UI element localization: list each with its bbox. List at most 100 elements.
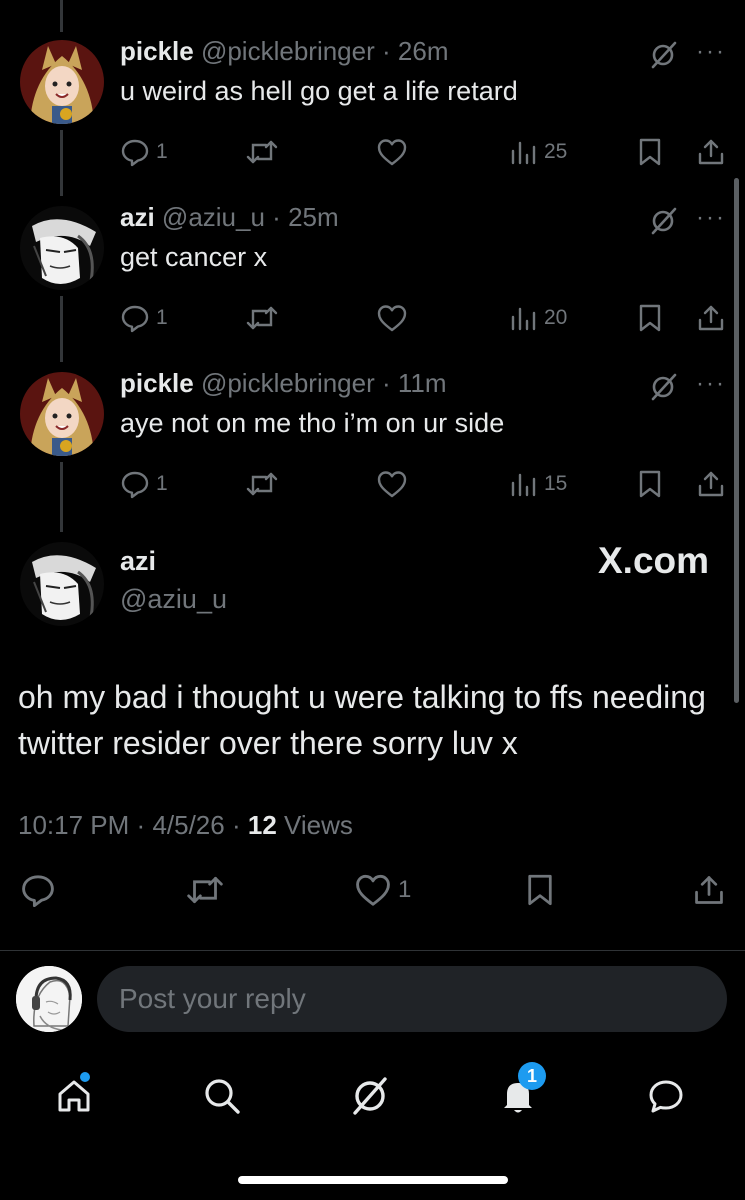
display-name[interactable]: pickle <box>120 36 194 66</box>
sketch-portrait-avatar-icon <box>20 206 104 290</box>
grok-icon[interactable] <box>648 372 678 402</box>
handle[interactable]: @picklebringer <box>201 368 375 398</box>
bookmark-button[interactable] <box>636 298 664 338</box>
reply-icon <box>22 875 54 908</box>
repost-button[interactable] <box>244 298 280 338</box>
reply-composer <box>0 952 745 1048</box>
bookmark-icon <box>639 138 661 166</box>
reply-button[interactable]: 1 <box>120 298 168 338</box>
view-count: 20 <box>544 306 568 329</box>
reply-header: azi @aziu_u · 25m <box>120 202 339 233</box>
bottom-tab-bar: 1 <box>0 1056 745 1136</box>
separator: · <box>272 202 281 232</box>
timestamp[interactable]: 26m <box>398 36 449 66</box>
main-post-avatar[interactable] <box>20 542 104 626</box>
repost-icon <box>246 472 278 496</box>
share-button[interactable] <box>696 298 726 338</box>
views-button[interactable]: 25 <box>508 132 567 172</box>
bookmark-button[interactable] <box>636 464 664 504</box>
repost-icon <box>246 140 278 164</box>
avatar[interactable] <box>20 40 104 124</box>
views-count[interactable]: 12 <box>248 810 277 840</box>
timestamp[interactable]: 25m <box>288 202 339 232</box>
like-button[interactable] <box>376 464 408 504</box>
action-bar: 1 20 <box>120 298 730 338</box>
reply-post[interactable]: pickle @picklebringer · 26m ··· u weird … <box>0 34 745 200</box>
tab-search[interactable] <box>192 1066 252 1126</box>
reply-post[interactable]: pickle @picklebringer · 11m ··· aye not … <box>0 366 745 532</box>
separator: · <box>136 810 146 840</box>
grok-icon <box>353 1077 387 1115</box>
repost-icon <box>187 876 223 904</box>
timestamp[interactable]: 11m <box>398 368 447 398</box>
display-name[interactable]: pickle <box>120 368 194 398</box>
more-options-icon[interactable]: ··· <box>696 204 726 232</box>
repost-button[interactable] <box>244 464 280 504</box>
main-post-handle[interactable]: @aziu_u <box>120 584 227 615</box>
more-options-icon[interactable]: ··· <box>696 38 726 66</box>
repost-button[interactable] <box>244 132 280 172</box>
home-indicator[interactable] <box>238 1176 508 1184</box>
share-button[interactable] <box>696 464 726 504</box>
share-button[interactable] <box>696 132 726 172</box>
reply-input[interactable] <box>97 966 727 1032</box>
tab-notifications[interactable]: 1 <box>488 1062 548 1126</box>
share-button[interactable] <box>692 870 726 910</box>
reply-post[interactable]: azi @aziu_u · 25m ··· get cancer x 1 20 <box>0 200 745 366</box>
reply-text: aye not on me tho i’m on ur side <box>120 408 505 438</box>
reply-count: 1 <box>156 472 168 495</box>
reply-button[interactable]: 1 <box>120 132 168 172</box>
like-button[interactable] <box>376 298 408 338</box>
handle[interactable]: @aziu_u <box>162 202 265 232</box>
reply-icon <box>121 139 149 167</box>
new-content-dot <box>80 1072 90 1082</box>
bookmark-icon <box>639 304 661 332</box>
main-post-display-name[interactable]: azi <box>120 546 156 577</box>
messages-icon <box>649 1080 683 1113</box>
tab-messages[interactable] <box>636 1066 696 1126</box>
search-icon <box>205 1079 240 1114</box>
grok-icon[interactable] <box>648 206 678 236</box>
avatar[interactable] <box>20 206 104 290</box>
reply-text: u weird as hell go get a life retard <box>120 76 518 106</box>
views-button[interactable]: 20 <box>508 298 567 338</box>
tab-grok[interactable] <box>340 1066 400 1126</box>
share-icon <box>698 139 724 165</box>
like-button[interactable]: 1 <box>354 870 411 910</box>
avatar[interactable] <box>20 372 104 456</box>
views-button[interactable]: 15 <box>508 464 567 504</box>
current-user-avatar[interactable] <box>16 966 82 1032</box>
share-icon <box>698 305 724 331</box>
display-name[interactable]: azi <box>120 202 155 232</box>
bookmark-button[interactable] <box>524 870 556 910</box>
repost-button[interactable] <box>184 870 226 910</box>
action-bar: 1 25 <box>120 132 730 172</box>
bookmark-button[interactable] <box>636 132 664 172</box>
bookmark-icon <box>639 470 661 498</box>
reply-count: 1 <box>156 306 168 329</box>
like-count: 1 <box>398 876 412 903</box>
home-icon <box>58 1080 90 1112</box>
sketch-headphones-avatar-icon <box>16 966 82 1032</box>
scrollbar[interactable] <box>734 178 739 703</box>
views-chart-icon <box>511 141 536 165</box>
like-button[interactable] <box>376 132 408 172</box>
view-count: 15 <box>544 472 568 495</box>
views-chart-icon <box>511 473 536 497</box>
reply-button[interactable] <box>20 870 56 910</box>
reply-icon <box>121 471 149 499</box>
grok-icon[interactable] <box>648 40 678 70</box>
share-icon <box>698 471 724 497</box>
tab-home[interactable] <box>44 1066 104 1126</box>
reply-header: pickle @picklebringer · 26m <box>120 36 448 67</box>
more-options-icon[interactable]: ··· <box>696 370 726 398</box>
main-action-bar: 1 <box>0 870 745 914</box>
sketch-portrait-avatar-icon <box>20 542 104 626</box>
views-label: Views <box>284 810 353 840</box>
reply-button[interactable]: 1 <box>120 464 168 504</box>
reply-text: get cancer x <box>120 242 268 272</box>
separator: · <box>231 810 241 840</box>
handle[interactable]: @picklebringer <box>201 36 375 66</box>
bookmark-icon <box>528 874 552 906</box>
reply-header: pickle @picklebringer · 11m <box>120 368 447 399</box>
